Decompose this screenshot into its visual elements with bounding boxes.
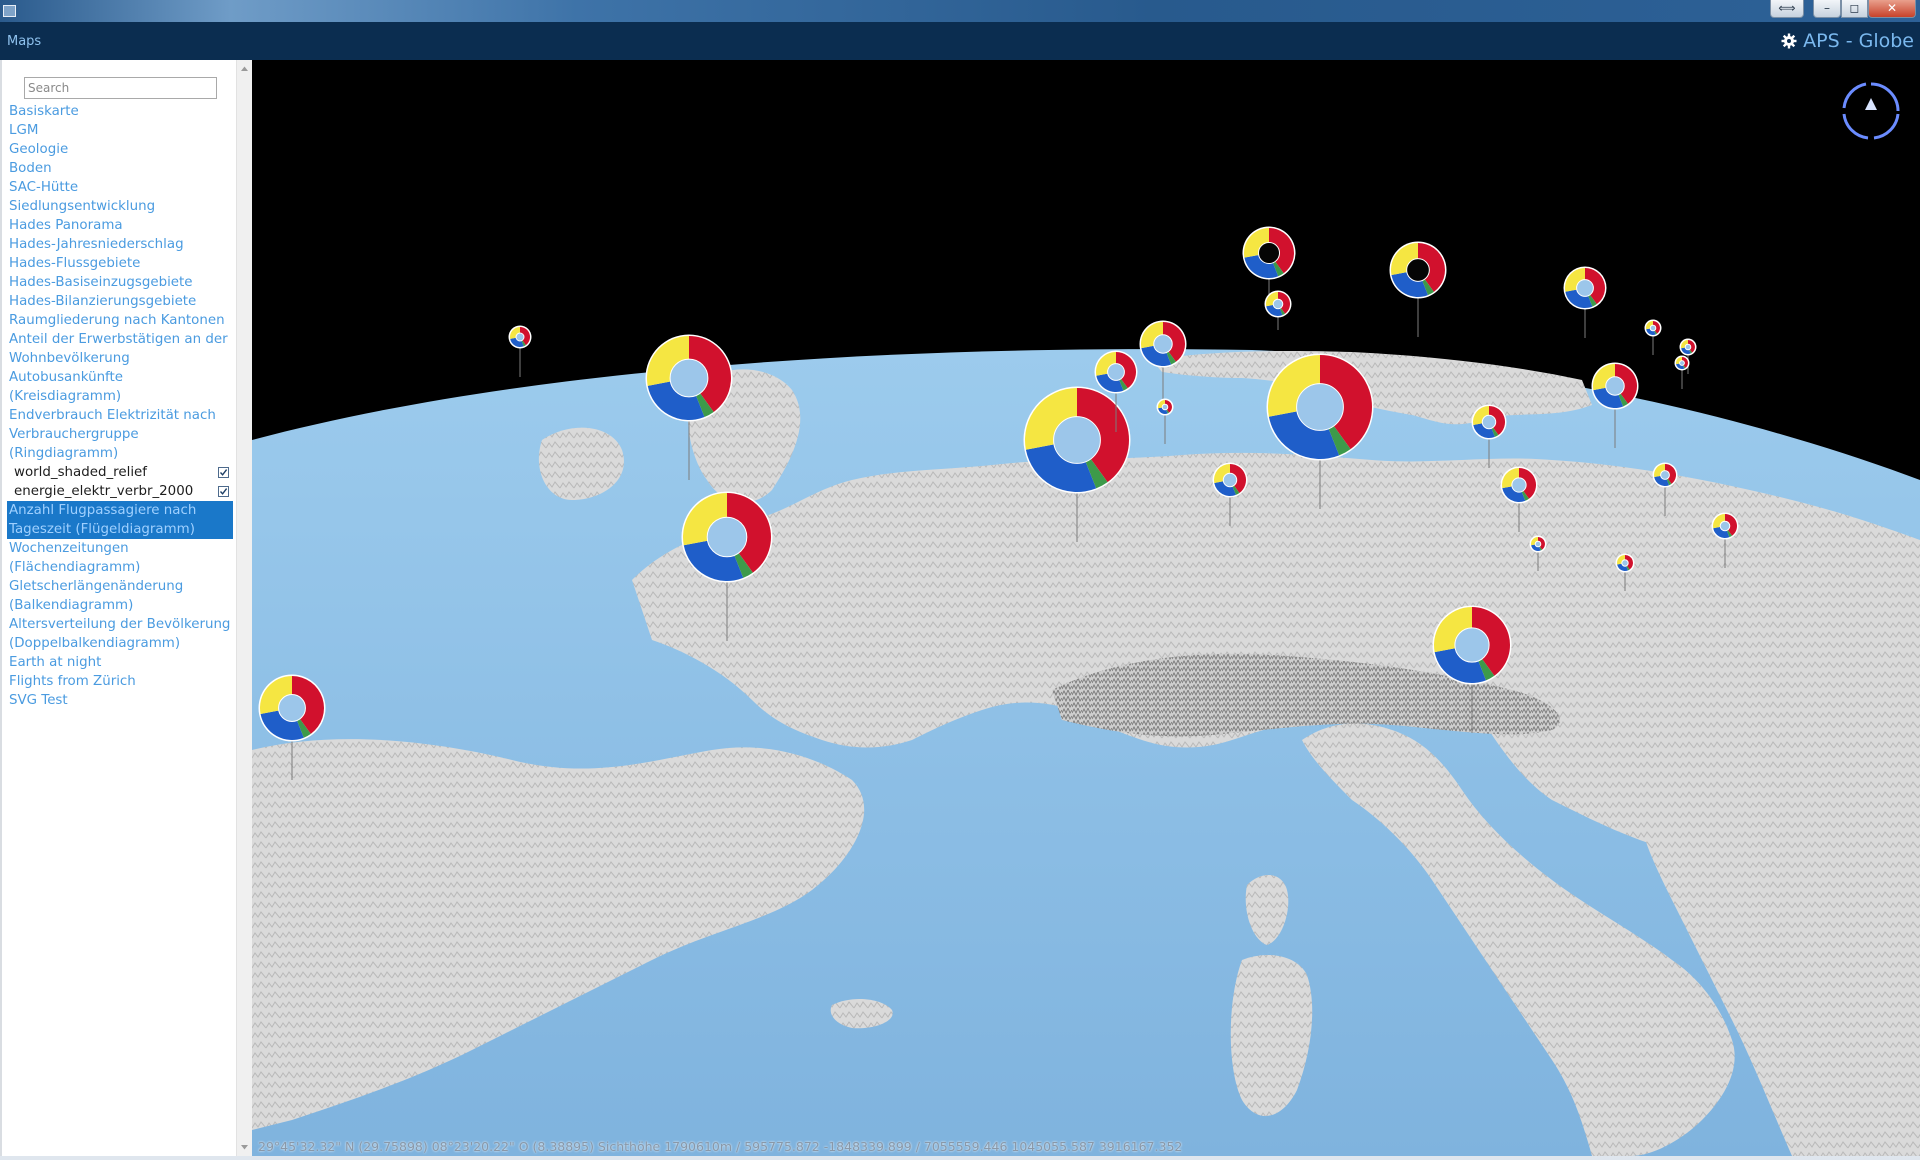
layer-item-gletscherlaengen[interactable]: Gletscherlängenänderung (Balkendiagramm): [7, 577, 233, 615]
ring-center: [1649, 324, 1657, 332]
ring-center: [1454, 627, 1490, 663]
sublayer-checkbox-world-shaded-relief[interactable]: [218, 467, 229, 478]
ring-center: [515, 332, 525, 342]
layer-item-endverbrauch[interactable]: Endverbrauch Elektrizität nach Verbrauch…: [7, 406, 233, 463]
ring-center: [1679, 360, 1685, 366]
ring-chart-marker[interactable]: [1264, 290, 1292, 331]
ring-center: [1272, 298, 1284, 310]
ring-center: [1406, 258, 1430, 282]
layer-item-siedlungsentwicklung[interactable]: Siedlungsentwicklung: [7, 197, 233, 216]
layer-item-autobusankuenfte[interactable]: Autobusankünfte (Kreisdiagramm): [7, 368, 233, 406]
ring-center: [1107, 363, 1125, 381]
window-minimize-button[interactable]: –: [1813, 0, 1841, 18]
ring-center: [1296, 383, 1344, 431]
ring-center: [706, 516, 748, 558]
gear-icon[interactable]: [1781, 33, 1797, 49]
layer-item-hades-jahresniederschlag[interactable]: Hades-Jahresniederschlag: [7, 235, 233, 254]
layer-item-geologie[interactable]: Geologie: [7, 140, 233, 159]
layer-item-flights-from-zuerich[interactable]: Flights from Zürich: [7, 672, 233, 691]
ring-center: [1511, 477, 1527, 493]
globe-view[interactable]: 29°45'32.32" N (29.75898) 08°23'20.22" O…: [252, 60, 1920, 1156]
ring-chart-marker[interactable]: [1674, 355, 1690, 390]
layer-item-raumgliederung[interactable]: Raumgliederung nach Kantonen: [7, 311, 233, 330]
layer-item-svg-test[interactable]: SVG Test: [7, 691, 233, 710]
ring-center: [278, 694, 306, 722]
layer-item-hades-flussgebiete[interactable]: Hades-Flussgebiete: [7, 254, 233, 273]
layer-item-basiskarte[interactable]: Basiskarte: [7, 102, 233, 121]
ring-center: [1481, 414, 1497, 430]
sublayer-world-shaded-relief: world_shaded_relief: [7, 463, 233, 482]
compass-icon[interactable]: [1840, 80, 1902, 142]
ring-center: [669, 358, 709, 398]
globe-map[interactable]: [252, 60, 1920, 1156]
layer-item-lgm[interactable]: LGM: [7, 121, 233, 140]
ring-chart-marker[interactable]: [1644, 319, 1662, 356]
ring-center: [1053, 416, 1101, 464]
ring-chart-marker[interactable]: [508, 325, 532, 378]
layer-sidebar: Basiskarte LGM Geologie Boden SAC-Hütte …: [0, 60, 236, 1156]
ring-center: [1660, 470, 1670, 480]
sublayer-label: energie_elektr_verbr_2000: [14, 484, 194, 499]
ring-center: [1222, 472, 1238, 488]
sublayer-label: world_shaded_relief: [14, 465, 148, 480]
scroll-up-arrow-icon[interactable]: [240, 64, 249, 73]
app-title[interactable]: Maps: [7, 34, 41, 49]
layer-item-sac-huette[interactable]: SAC-Hütte: [7, 178, 233, 197]
ring-chart-marker[interactable]: [1389, 241, 1447, 338]
layer-item-hades-panorama[interactable]: Hades Panorama: [7, 216, 233, 235]
search-input[interactable]: [24, 77, 217, 99]
brand: APS - Globe: [1781, 30, 1914, 52]
layer-item-altersverteilung[interactable]: Altersverteilung der Bevölkerung (Doppel…: [7, 615, 233, 653]
sublayer-energie-elektr: energie_elektr_verbr_2000: [7, 482, 233, 501]
coordinate-status: 29°45'32.32" N (29.75898) 08°23'20.22" O…: [258, 1139, 1183, 1154]
ring-center: [1161, 403, 1169, 411]
ring-center: [1719, 520, 1731, 532]
window-maximize-button[interactable]: ◻: [1841, 0, 1868, 18]
layer-item-earth-at-night[interactable]: Earth at night: [7, 653, 233, 672]
window-close-button[interactable]: ✕: [1868, 0, 1916, 18]
ring-center: [1534, 540, 1542, 548]
ring-center: [1153, 334, 1173, 354]
layer-item-wochenzeitungen[interactable]: Wochenzeitungen (Flächendiagramm): [7, 539, 233, 577]
ring-center: [1621, 559, 1629, 567]
ring-center: [1258, 242, 1280, 264]
layer-item-anteil-erwerbstaetige[interactable]: Anteil der Erwerbstätigen an der Wohnbev…: [7, 330, 233, 368]
layer-list: Basiskarte LGM Geologie Boden SAC-Hütte …: [7, 102, 233, 710]
check-icon: [219, 488, 228, 495]
scroll-down-arrow-icon[interactable]: [240, 1143, 249, 1152]
ring-center: [1576, 279, 1594, 297]
window-bottom-edge: [0, 1156, 1920, 1160]
window-titlebar[interactable]: ⟺ – ◻ ✕: [0, 0, 1920, 22]
brand-label: APS - Globe: [1803, 30, 1914, 52]
check-icon: [219, 469, 228, 476]
window-system-icon[interactable]: [3, 5, 16, 17]
layer-item-boden[interactable]: Boden: [7, 159, 233, 178]
layer-item-hades-bilanzierungsgebiete[interactable]: Hades-Bilanzierungsgebiete: [7, 292, 233, 311]
app-header: Maps APS - Globe: [0, 22, 1920, 60]
sidebar-scrollbar[interactable]: [236, 60, 252, 1156]
sublayer-checkbox-energie-elektr[interactable]: [218, 486, 229, 497]
layer-item-hades-basiseinzugsgebiete[interactable]: Hades-Basiseinzugsgebiete: [7, 273, 233, 292]
ring-center: [1605, 376, 1625, 396]
app-window: ⟺ – ◻ ✕ Maps APS - Globe Search Basiskar…: [0, 0, 1920, 1160]
window-resize-button[interactable]: ⟺: [1770, 0, 1804, 18]
ring-center: [1684, 343, 1692, 351]
ring-chart-marker[interactable]: [1563, 266, 1607, 339]
layer-item-anzahl-flugpassagiere[interactable]: Anzahl Flugpassagiere nach Tageszeit (Fl…: [7, 501, 233, 539]
